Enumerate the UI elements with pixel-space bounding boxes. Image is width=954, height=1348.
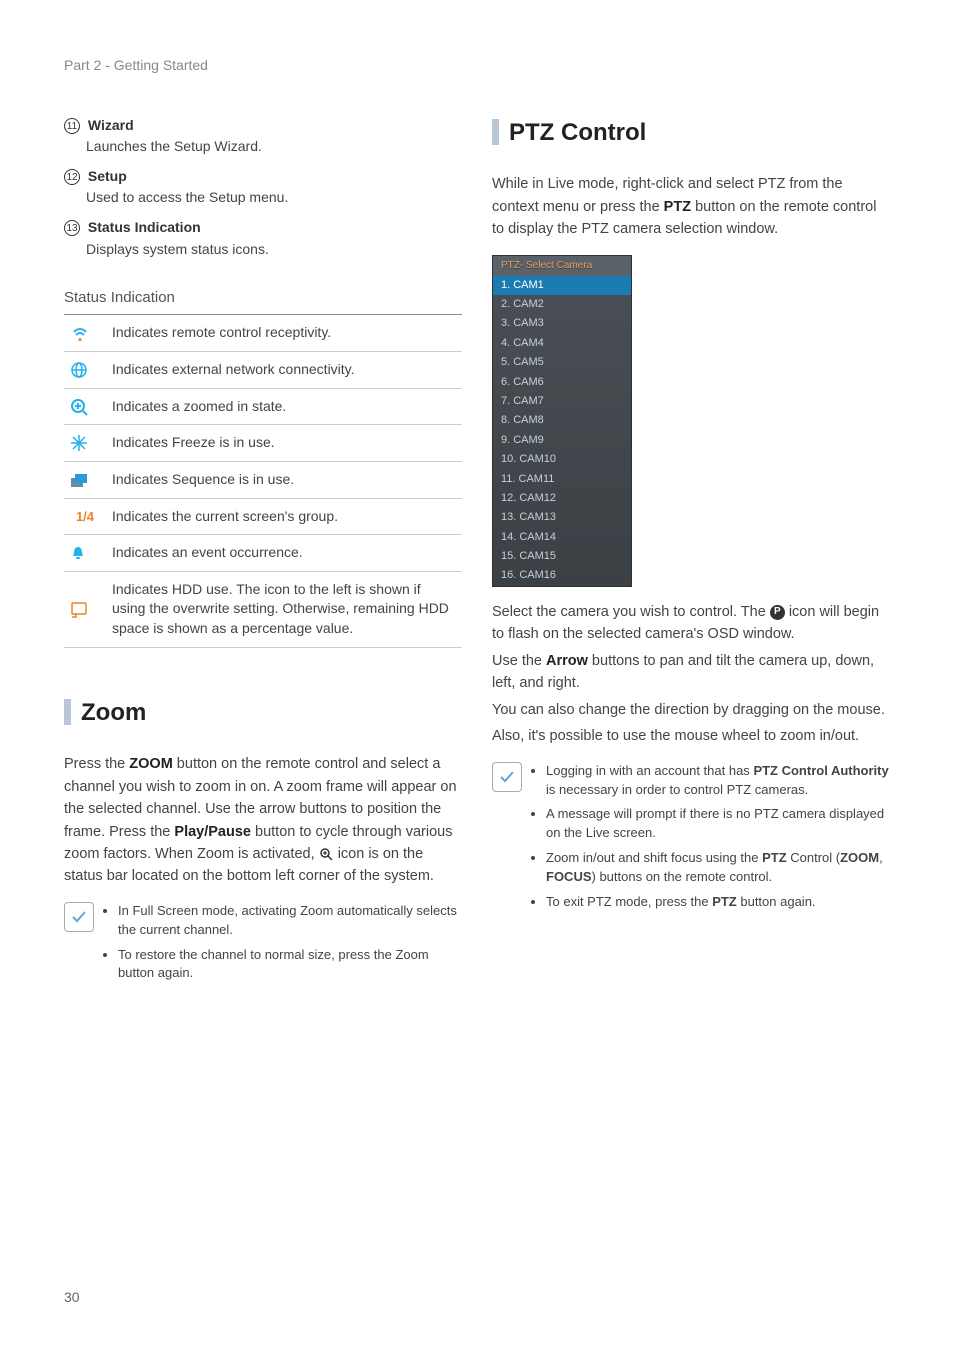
check-icon [492,762,522,792]
ptz-body-3: You can also change the direction by dra… [492,699,890,721]
ptz-camera-item[interactable]: 9. CAM9 [493,431,631,450]
list-item: Logging in with an account that has PTZ … [546,762,890,800]
zoom-note: In Full Screen mode, activating Zoom aut… [64,902,462,989]
status-indication-table: Indicates remote control receptivity. In… [64,315,462,647]
table-row: 1/4 Indicates the current screen's group… [64,498,462,535]
remote-icon [70,323,100,343]
table-row: Indicates HDD use. The icon to the left … [64,571,462,647]
ptz-camera-item[interactable]: 14. CAM14 [493,528,631,547]
ptz-body-1: Select the camera you wish to control. T… [492,601,890,646]
item-number-icon: 13 [64,220,80,236]
ptz-heading: PTZ Control [492,116,890,150]
item-number-icon: 11 [64,118,80,134]
zoom-body: Press the ZOOM button on the remote cont… [64,753,462,888]
zoom-icon [319,847,334,862]
ptz-camera-item[interactable]: 12. CAM12 [493,489,631,508]
table-row: Indicates an event occurrence. [64,535,462,572]
ptz-body-4: Also, it's possible to use the mouse whe… [492,725,890,747]
left-column: 11 Wizard Launches the Setup Wizard. 12 … [64,116,462,990]
item-setup: 12 Setup Used to access the Setup menu. [64,167,462,208]
ptz-camera-item[interactable]: 11. CAM11 [493,470,631,489]
status-desc: Indicates Freeze is in use. [106,425,462,462]
ptz-body-2: Use the Arrow buttons to pan and tilt th… [492,650,890,695]
zoom-in-icon [70,398,100,416]
status-desc: Indicates a zoomed in state. [106,388,462,425]
page-header: Part 2 - Getting Started [64,56,890,76]
item-title: Status Indication [88,219,201,235]
snowflake-icon [70,434,100,452]
ptz-camera-item[interactable]: 8. CAM8 [493,411,631,430]
status-indication-heading: Status Indication [64,287,462,315]
heading-text: Zoom [81,696,146,730]
ptz-select-camera-window: PTZ- Select Camera 1. CAM1 2. CAM2 3. CA… [492,255,632,587]
ptz-camera-item[interactable]: 1. CAM1 [493,276,631,295]
ptz-camera-item[interactable]: 15. CAM15 [493,547,631,566]
zoom-heading: Zoom [64,696,462,730]
status-desc: Indicates HDD use. The icon to the left … [106,571,462,647]
ptz-camera-item[interactable]: 4. CAM4 [493,334,631,353]
table-row: Indicates Freeze is in use. [64,425,462,462]
hdd-icon [70,600,100,618]
item-title: Setup [88,168,127,184]
list-item: In Full Screen mode, activating Zoom aut… [118,902,462,940]
item-title: Wizard [88,117,134,133]
check-icon [64,902,94,932]
item-number-icon: 12 [64,169,80,185]
zoom-note-list: In Full Screen mode, activating Zoom aut… [104,902,462,989]
ptz-camera-item[interactable]: 2. CAM2 [493,295,631,314]
ptz-camera-item[interactable]: 5. CAM5 [493,353,631,372]
ptz-camera-item[interactable]: 7. CAM7 [493,392,631,411]
status-desc: Indicates an event occurrence. [106,535,462,572]
list-item: To exit PTZ mode, press the PTZ button a… [546,893,890,912]
table-row: Indicates external network connectivity. [64,352,462,389]
bell-icon [70,545,100,561]
group-indicator-icon: 1/4 [76,509,94,524]
table-row: Indicates Sequence is in use. [64,461,462,498]
heading-text: PTZ Control [509,116,646,150]
ptz-camera-item[interactable]: 6. CAM6 [493,373,631,392]
heading-bar-icon [492,119,499,145]
globe-icon [70,361,100,379]
page-number: 30 [64,1288,80,1308]
table-row: Indicates a zoomed in state. [64,388,462,425]
status-desc: Indicates remote control receptivity. [106,315,462,352]
ptz-camera-item[interactable]: 10. CAM10 [493,450,631,469]
item-desc: Displays system status icons. [86,240,462,260]
item-status-indication: 13 Status Indication Displays system sta… [64,218,462,259]
table-row: Indicates remote control receptivity. [64,315,462,352]
ptz-window-title: PTZ- Select Camera [493,256,631,276]
sequence-icon [70,472,100,488]
item-desc: Launches the Setup Wizard. [86,137,462,157]
ptz-note-list: Logging in with an account that has PTZ … [532,762,890,918]
ptz-note: Logging in with an account that has PTZ … [492,762,890,918]
ptz-camera-item[interactable]: 13. CAM13 [493,508,631,527]
status-desc: Indicates the current screen's group. [106,498,462,535]
ptz-intro: While in Live mode, right-click and sele… [492,173,890,240]
ptz-camera-item[interactable]: 3. CAM3 [493,314,631,333]
item-desc: Used to access the Setup menu. [86,188,462,208]
status-desc: Indicates external network connectivity. [106,352,462,389]
status-desc: Indicates Sequence is in use. [106,461,462,498]
list-item: A message will prompt if there is no PTZ… [546,805,890,843]
heading-bar-icon [64,699,71,725]
item-wizard: 11 Wizard Launches the Setup Wizard. [64,116,462,157]
ptz-camera-item[interactable]: 16. CAM16 [493,566,631,585]
list-item: To restore the channel to normal size, p… [118,946,462,984]
list-item: Zoom in/out and shift focus using the PT… [546,849,890,887]
ptz-p-icon: P [770,605,785,620]
right-column: PTZ Control While in Live mode, right-cl… [492,116,890,990]
